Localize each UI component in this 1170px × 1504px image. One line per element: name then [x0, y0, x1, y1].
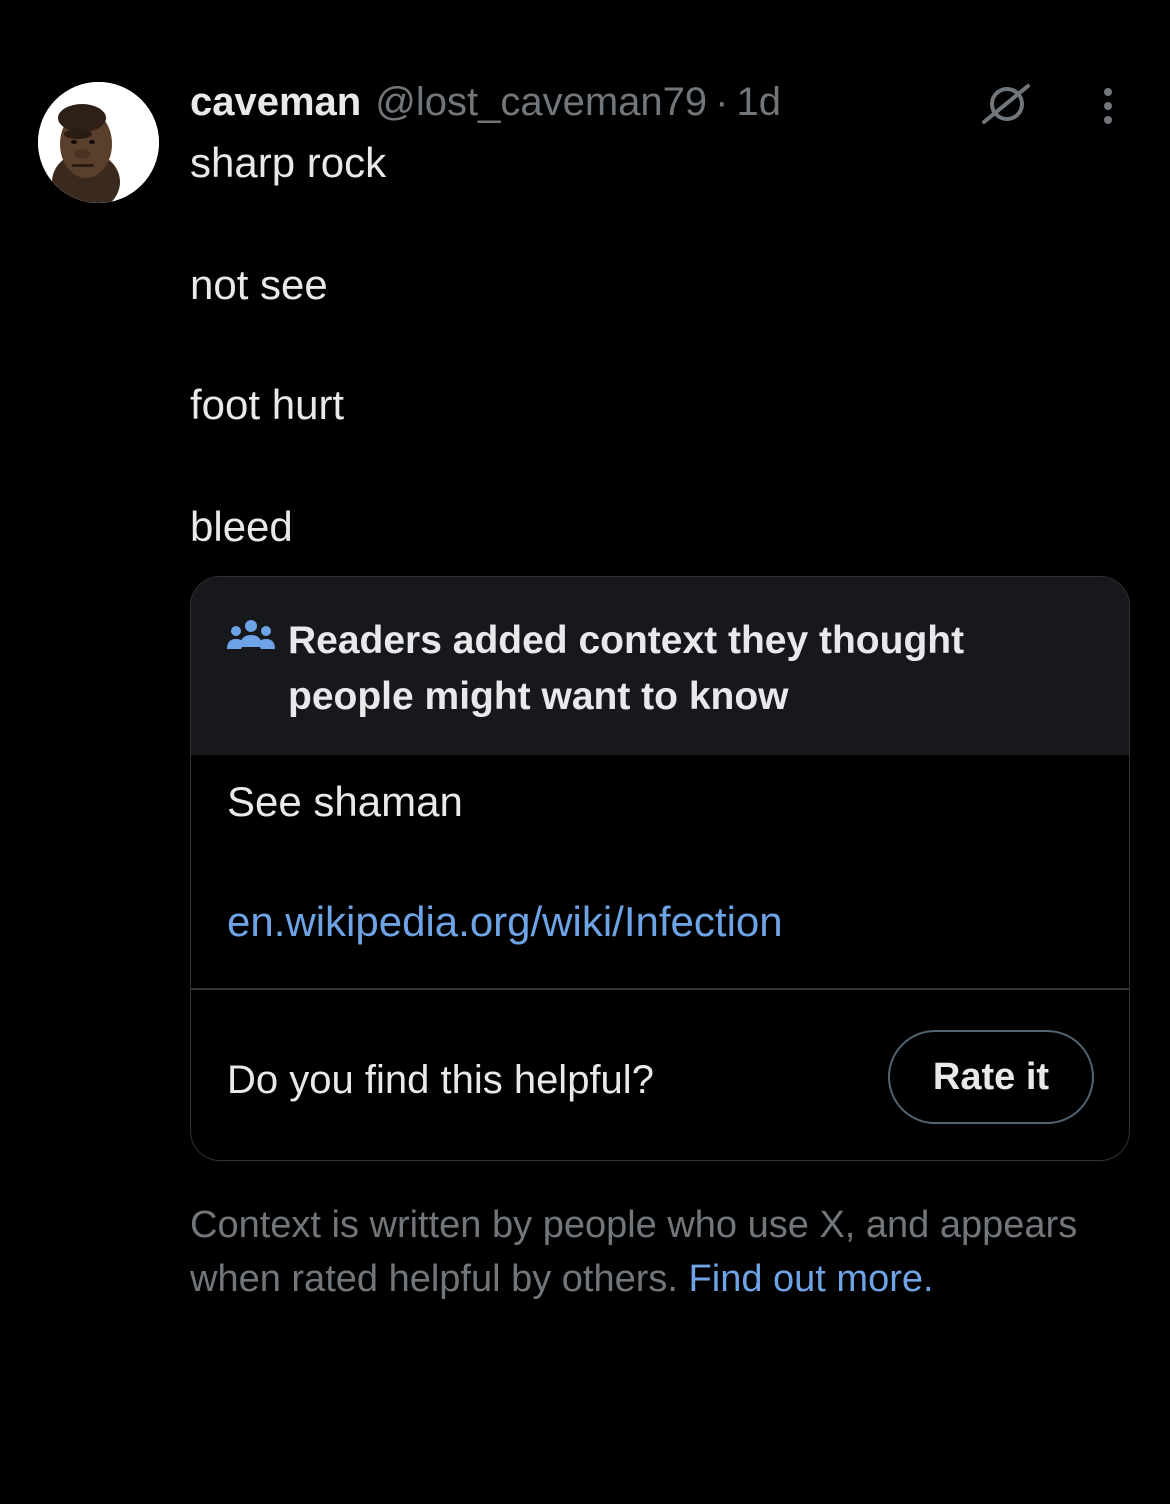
community-note-header: Readers added context they thought peopl…	[191, 577, 1129, 755]
community-note-footer: Context is written by people who use X, …	[190, 1198, 1090, 1306]
divider	[191, 988, 1129, 990]
footer-text: Context is written by people who use X, …	[190, 1204, 1078, 1300]
avatar[interactable]	[38, 82, 159, 203]
post-text-line: not see	[190, 261, 328, 308]
author-handle[interactable]: @lost_caveman79	[375, 80, 707, 125]
post-text-line: foot hurt	[190, 381, 345, 428]
post-header: caveman @lost_caveman79 · 1d	[190, 78, 781, 126]
community-note-body: See shaman	[227, 778, 463, 825]
people-group-icon	[227, 620, 275, 649]
meta-separator: ·	[715, 79, 729, 124]
more-vertical-icon[interactable]	[1092, 84, 1124, 128]
post-timestamp[interactable]: 1d	[736, 80, 781, 125]
author-name[interactable]: caveman	[190, 80, 361, 125]
rate-it-button[interactable]: Rate it	[888, 1030, 1094, 1124]
community-note-title: Readers added context they thought peopl…	[288, 619, 965, 718]
post-text-line: bleed	[190, 503, 293, 550]
caveman-avatar-image	[38, 82, 159, 203]
post-text-line: sharp rock	[190, 139, 387, 186]
grok-icon[interactable]	[978, 80, 1034, 128]
community-note-link[interactable]: en.wikipedia.org/wiki/Infection	[227, 897, 783, 947]
helpful-question: Do you find this helpful?	[227, 1058, 654, 1102]
find-out-more-link[interactable]: Find out more.	[689, 1258, 934, 1300]
community-note-card: Readers added context they thought peopl…	[190, 576, 1130, 1161]
